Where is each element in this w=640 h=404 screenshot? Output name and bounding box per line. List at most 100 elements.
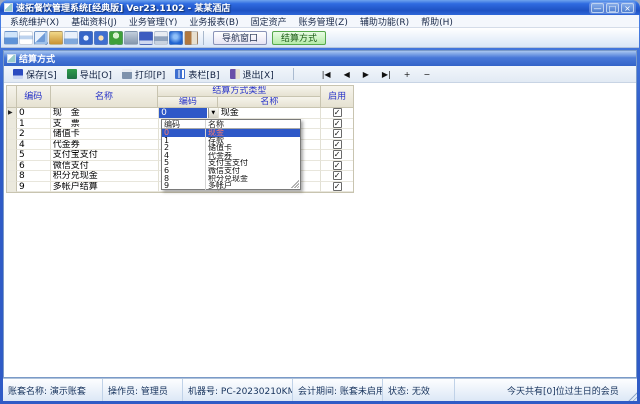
save-icon[interactable] xyxy=(139,31,153,45)
header-type-code[interactable]: 编码 xyxy=(158,97,218,108)
title-bar: 速拓餐饮管理系统[经典版] Ver23.1102 - 某某酒店 — □ × xyxy=(0,0,640,15)
sync-orange-icon[interactable] xyxy=(94,31,108,45)
table-columns-icon xyxy=(175,69,185,79)
dropdown-item-name: 微信支付 xyxy=(206,167,300,175)
code-cell[interactable]: 1 xyxy=(17,119,51,130)
code-cell[interactable]: 0 xyxy=(17,108,51,119)
name-cell[interactable]: 支 票 xyxy=(51,119,159,130)
header-code[interactable]: 编码 xyxy=(17,86,51,108)
name-cell[interactable]: 支付宝支付 xyxy=(51,150,159,161)
name-cell[interactable]: 储值卡 xyxy=(51,129,159,140)
menu-assets[interactable]: 固定资产 xyxy=(245,15,293,28)
prev-record-button[interactable]: ◀ xyxy=(344,70,350,79)
code-cell[interactable]: 9 xyxy=(17,182,51,193)
enabled-cell[interactable]: ✓ xyxy=(321,150,353,161)
export-button[interactable]: 导出[O] xyxy=(62,68,117,81)
screen-icon[interactable] xyxy=(64,31,78,45)
dropdown-item-name: 积分兑现金 xyxy=(206,175,300,183)
child-title-bar: 结算方式 xyxy=(4,51,636,66)
code-cell[interactable]: 8 xyxy=(17,171,51,182)
code-cell[interactable]: 4 xyxy=(17,140,51,151)
delete-record-button[interactable]: − xyxy=(423,70,430,79)
name-cell[interactable]: 积分兑现金 xyxy=(51,171,159,182)
list-item[interactable]: 1 存款 xyxy=(162,137,300,145)
add-record-button[interactable]: + xyxy=(404,70,411,79)
checkbox-checked[interactable]: ✓ xyxy=(333,108,342,117)
enabled-cell[interactable]: ✓ xyxy=(321,129,353,140)
enabled-cell[interactable]: ✓ xyxy=(321,119,353,130)
minimize-button[interactable]: — xyxy=(591,3,604,13)
header-name[interactable]: 名称 xyxy=(51,86,159,108)
enabled-cell[interactable]: ✓ xyxy=(321,161,353,172)
status-state: 状态: 无效 xyxy=(383,379,455,401)
menu-business[interactable]: 业务管理(Y) xyxy=(123,15,184,28)
status-bar: 账套名称: 演示账套 操作员: 管理员 机器号: PC-20230210KMI … xyxy=(3,378,637,401)
panel-icon[interactable] xyxy=(124,31,138,45)
keyboard-icon[interactable] xyxy=(49,31,63,45)
next-record-button[interactable]: ▶ xyxy=(363,70,369,79)
combo-dropdown-button[interactable]: ▼ xyxy=(208,108,218,118)
list-item[interactable]: 6 微信支付 xyxy=(162,167,300,175)
form-icon[interactable] xyxy=(19,31,33,45)
header-type-group[interactable]: 结算方式类型 xyxy=(158,86,321,97)
enabled-cell[interactable]: ✓ xyxy=(321,140,353,151)
checkbox-checked[interactable]: ✓ xyxy=(333,140,342,149)
tab-settlement-method[interactable]: 结算方式 xyxy=(272,31,326,45)
child-window-icon xyxy=(7,54,16,63)
code-cell[interactable]: 2 xyxy=(17,129,51,140)
type-code-editor[interactable]: 0 ▼ xyxy=(159,108,219,119)
dropdown-item-name: 储值卡 xyxy=(206,144,300,152)
member-icon[interactable] xyxy=(109,31,123,45)
help-icon[interactable] xyxy=(169,31,183,45)
name-cell[interactable]: 多帐户结算 xyxy=(51,182,159,193)
exit-icon[interactable] xyxy=(184,31,198,45)
list-item[interactable]: 5 支付宝支付 xyxy=(162,159,300,167)
menu-reports[interactable]: 业务报表(B) xyxy=(183,15,244,28)
enabled-cell[interactable]: ✓ xyxy=(321,108,353,119)
checkbox-checked[interactable]: ✓ xyxy=(333,119,342,128)
menu-aux[interactable]: 辅助功能(R) xyxy=(354,15,415,28)
list-item[interactable]: 0 现金 xyxy=(162,129,300,137)
menu-system[interactable]: 系统维护(X) xyxy=(4,15,65,28)
columns-button[interactable]: 表栏[B] xyxy=(170,68,224,81)
export-button-label: 导出[O] xyxy=(80,68,112,81)
checkbox-checked[interactable]: ✓ xyxy=(333,171,342,180)
list-item[interactable]: 2 储值卡 xyxy=(162,144,300,152)
last-record-button[interactable]: ▶| xyxy=(382,70,391,79)
name-cell[interactable]: 现 金 xyxy=(51,108,159,119)
close-button[interactable]: × xyxy=(621,3,634,13)
cascade-windows-icon[interactable] xyxy=(34,31,48,45)
checkbox-checked[interactable]: ✓ xyxy=(333,161,342,170)
list-item[interactable]: 8 积分兑现金 xyxy=(162,175,300,183)
menu-help[interactable]: 帮助(H) xyxy=(415,15,459,28)
type-name-cell[interactable]: 现金 xyxy=(219,108,321,119)
print-icon[interactable] xyxy=(154,31,168,45)
dropdown-item-code: 5 xyxy=(162,159,206,167)
code-cell[interactable]: 5 xyxy=(17,150,51,161)
checkbox-checked[interactable]: ✓ xyxy=(333,150,342,159)
list-item[interactable]: 9 多帐户 xyxy=(162,182,300,190)
code-cell[interactable]: 6 xyxy=(17,161,51,172)
menu-basedata[interactable]: 基础资料(J) xyxy=(65,15,123,28)
row-indicator xyxy=(7,171,17,182)
enabled-cell[interactable]: ✓ xyxy=(321,182,353,193)
checkbox-checked[interactable]: ✓ xyxy=(333,129,342,138)
header-type-name[interactable]: 名称 xyxy=(218,97,321,108)
print-button[interactable]: 打印[P] xyxy=(117,68,170,81)
sync-blue-icon[interactable] xyxy=(79,31,93,45)
exit-button[interactable]: 退出[X] xyxy=(225,68,279,81)
navigation-icon[interactable] xyxy=(4,31,18,45)
header-enabled[interactable]: 启用 xyxy=(321,86,353,108)
app-icon xyxy=(4,3,13,12)
name-cell[interactable]: 微信支付 xyxy=(51,161,159,172)
tab-navigation-window[interactable]: 导航窗口 xyxy=(213,31,267,45)
enabled-cell[interactable]: ✓ xyxy=(321,171,353,182)
list-item[interactable]: 4 代金券 xyxy=(162,152,300,160)
window-buttons: — □ × xyxy=(589,2,636,14)
maximize-button[interactable]: □ xyxy=(606,3,619,13)
menu-accounting[interactable]: 账务管理(Z) xyxy=(293,15,354,28)
name-cell[interactable]: 代金券 xyxy=(51,140,159,151)
first-record-button[interactable]: |◀ xyxy=(322,70,331,79)
save-button[interactable]: 保存[S] xyxy=(8,68,62,81)
checkbox-checked[interactable]: ✓ xyxy=(333,182,342,191)
